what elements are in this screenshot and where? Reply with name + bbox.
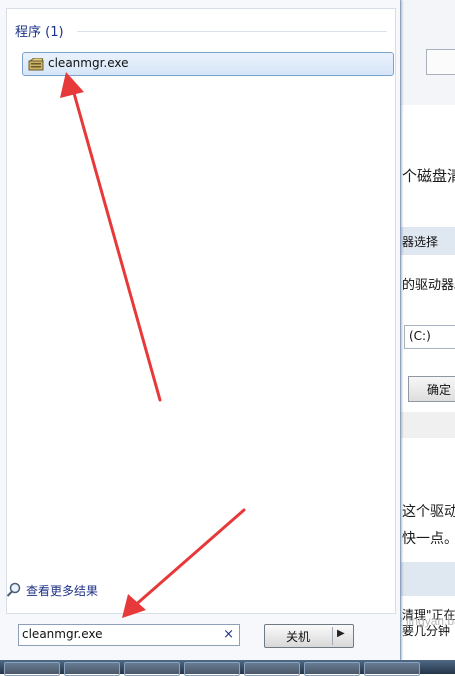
program-icon bbox=[28, 57, 44, 71]
clear-icon[interactable]: × bbox=[223, 627, 234, 642]
taskbar bbox=[0, 660, 455, 676]
arrow-right-icon[interactable]: ▶ bbox=[337, 628, 345, 639]
result-item-label: cleanmgr.exe bbox=[48, 56, 129, 70]
start-menu: 程序 (1) cleanmgr.exe 查看更多结果 × bbox=[0, 0, 401, 660]
ok-button[interactable]: 确定 bbox=[408, 376, 455, 402]
background-bar-label: 器选择 bbox=[402, 235, 439, 249]
background-window: 个磁盘清 器选择 的驱动器。 (C:) 确定 这个驱动 快一点。 清理"正在 要… bbox=[398, 0, 455, 674]
search-input[interactable] bbox=[22, 626, 212, 642]
background-text: 快一点。 bbox=[402, 531, 455, 547]
result-item-cleanmgr[interactable]: cleanmgr.exe bbox=[22, 52, 394, 76]
background-toolbar bbox=[398, 0, 455, 105]
shutdown-label: 关机 bbox=[285, 630, 310, 644]
search-box[interactable]: × bbox=[18, 624, 240, 646]
background-text: 个磁盘清 bbox=[402, 167, 455, 185]
drive-label: (C:) bbox=[409, 329, 431, 343]
background-text: 的驱动器。 bbox=[402, 278, 455, 293]
ok-button-label: 确定 bbox=[427, 383, 452, 397]
search-icon bbox=[6, 582, 22, 598]
section-divider bbox=[77, 31, 387, 32]
background-progress-bar bbox=[398, 562, 455, 596]
background-header-bar: 器选择 bbox=[398, 227, 455, 255]
search-results-pane: 程序 (1) cleanmgr.exe bbox=[6, 8, 396, 614]
background-button[interactable] bbox=[426, 49, 455, 75]
section-title: 程序 (1) bbox=[15, 25, 64, 40]
more-results-label: 查看更多结果 bbox=[26, 584, 99, 598]
shutdown-divider bbox=[332, 627, 333, 645]
shutdown-button[interactable]: 关机 ▶ bbox=[264, 624, 354, 648]
watermark: Bai 经验 jingyan.baidu.com bbox=[398, 614, 455, 628]
background-text: 这个驱动 bbox=[402, 504, 455, 520]
drive-select[interactable]: (C:) bbox=[404, 325, 455, 349]
background-band bbox=[398, 412, 455, 438]
